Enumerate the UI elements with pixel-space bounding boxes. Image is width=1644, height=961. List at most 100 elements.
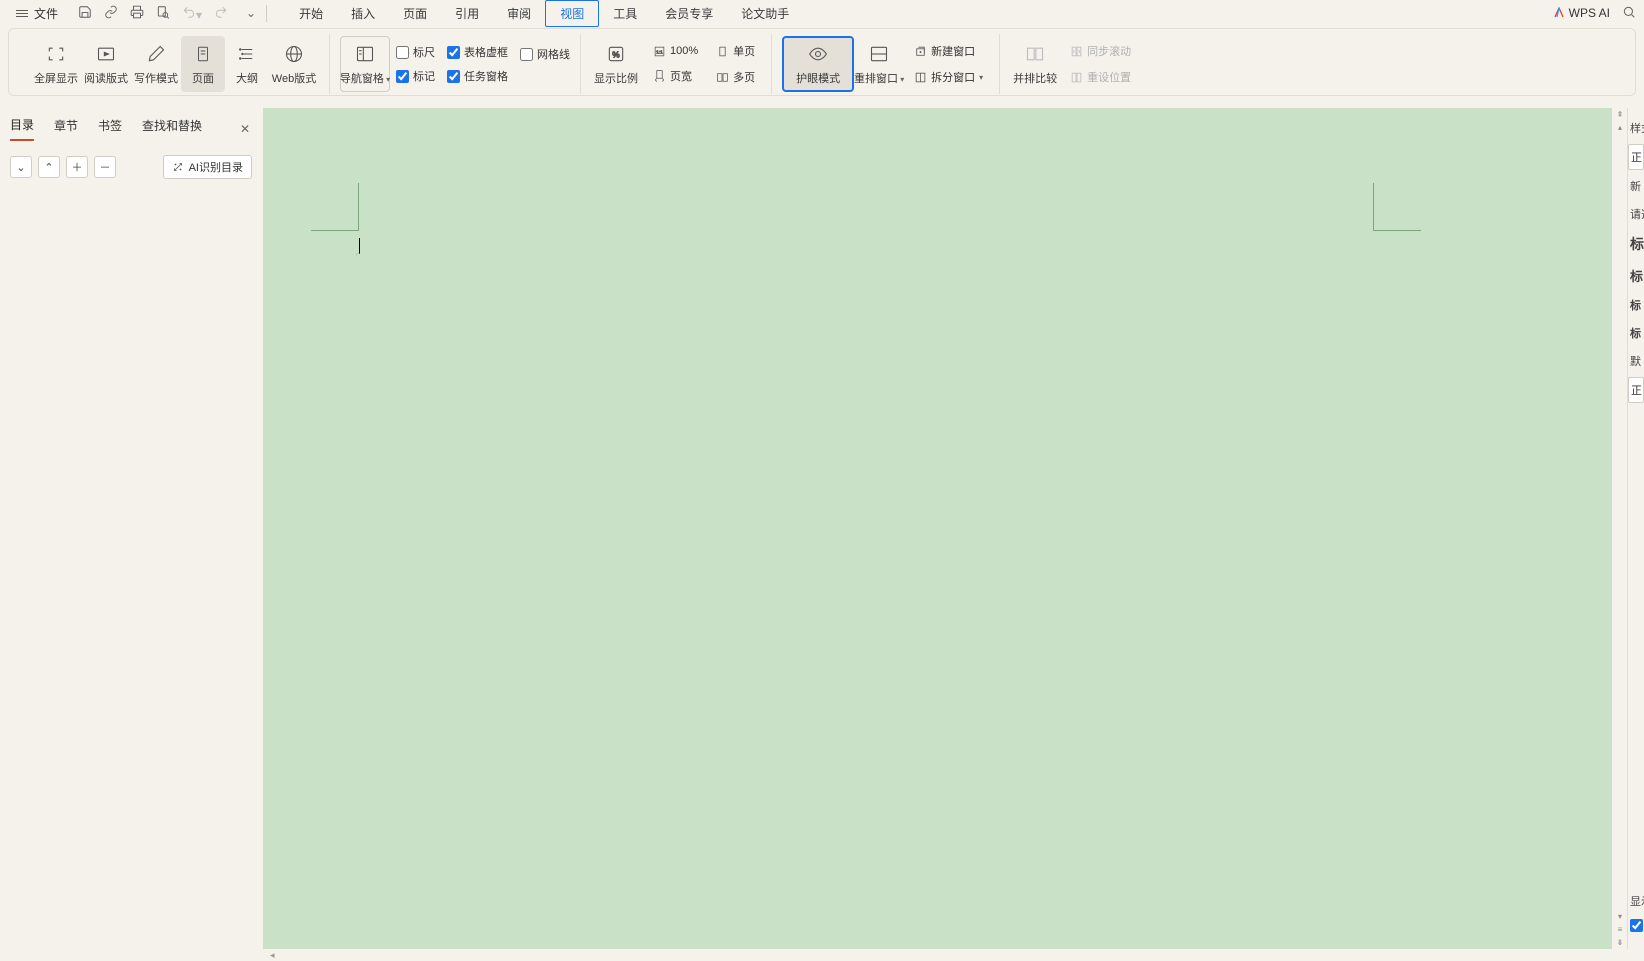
arrange-window-label: 重排窗口 — [854, 70, 904, 86]
more-qat-icon[interactable]: ⌄ — [246, 6, 256, 20]
wps-ai-label: WPS AI — [1569, 6, 1610, 20]
save-icon[interactable] — [78, 5, 92, 22]
zoom-100-button[interactable]: 1:1100% — [647, 42, 704, 61]
side-by-side-button[interactable]: 并排比较 — [1010, 36, 1060, 92]
search-icon[interactable] — [1622, 5, 1636, 22]
tab-insert[interactable]: 插入 — [337, 1, 389, 26]
side-by-side-label: 并排比较 — [1013, 70, 1057, 86]
fullscreen-button[interactable]: 全屏显示 — [31, 36, 81, 92]
style-panel: 样式 正 新 请选 标 标 标 标 默 正 显示 — [1627, 108, 1644, 949]
sidebar-tab-find[interactable]: 查找和替换 — [142, 117, 202, 140]
vscroll-top-icon[interactable]: ⇞ — [1617, 110, 1624, 119]
toc-sidebar: 目录 章节 书签 查找和替换 ✕ ⌄ ⌃ ＋ － AI识别目录 — [0, 108, 262, 949]
horizontal-scroll-start-icon[interactable]: ◂ — [270, 950, 275, 961]
document-area[interactable]: ⌐ — [263, 108, 1612, 949]
style-new[interactable]: 新 — [1628, 172, 1644, 200]
style-show-check[interactable] — [1628, 913, 1644, 941]
tab-reference[interactable]: 引用 — [441, 1, 493, 26]
sidebar-toolbar: ⌄ ⌃ ＋ － AI识别目录 — [0, 141, 262, 193]
web-icon — [284, 42, 304, 66]
page-margin-corner-tr — [1373, 183, 1421, 231]
vscroll-down-icon[interactable]: ▾ — [1618, 912, 1622, 921]
sidebar-tab-toc[interactable]: 目录 — [10, 116, 34, 141]
cursor-marker: ⌐ — [356, 251, 360, 258]
vscroll-up-icon[interactable]: ▴ — [1618, 123, 1622, 132]
page-view-icon — [194, 42, 212, 66]
ribbon: 全屏显示 阅读版式 写作模式 页面 大纲 Web版式 导航窗格 标尺 — [8, 28, 1636, 96]
tab-tools[interactable]: 工具 — [599, 1, 651, 26]
file-menu-button[interactable]: 文件 — [8, 3, 66, 24]
style-title-4[interactable]: 标 — [1628, 319, 1644, 347]
style-body[interactable]: 正 — [1628, 144, 1644, 170]
check-gridlines[interactable]: 网格线 — [520, 45, 570, 63]
tab-page[interactable]: 页面 — [389, 1, 441, 26]
toc-expand-up-button[interactable]: ⌃ — [38, 156, 60, 178]
undo-icon[interactable]: ▾ — [182, 5, 202, 22]
page-width-button[interactable]: 页宽 — [647, 65, 704, 87]
reading-mode-button[interactable]: 阅读版式 — [81, 36, 131, 92]
menu-right: WPS AI — [1553, 5, 1636, 22]
style-default[interactable]: 默 — [1628, 347, 1644, 375]
arrange-window-button[interactable]: 重排窗口 — [854, 36, 904, 92]
tab-thesis[interactable]: 论文助手 — [727, 1, 803, 26]
web-label: Web版式 — [272, 70, 316, 86]
menu-bar: 文件 ▾ ⌄ 开始 插入 页面 引用 审阅 视图 工具 会员专享 论文助手 WP… — [0, 0, 1644, 26]
style-body2[interactable]: 正 — [1628, 377, 1644, 403]
style-panel-header: 样式 — [1628, 114, 1644, 142]
page-view-button[interactable]: 页面 — [181, 36, 225, 92]
style-title-3[interactable]: 标 — [1628, 291, 1644, 319]
side-by-side-icon — [1024, 42, 1046, 66]
group-eye-window: 护眼模式 重排窗口 新建窗口 拆分窗口 ▾ — [772, 34, 1000, 94]
style-show-label: 显示 — [1628, 887, 1644, 915]
wps-ai-button[interactable]: WPS AI — [1553, 6, 1610, 20]
split-window-button[interactable]: 拆分窗口 ▾ — [908, 66, 989, 88]
web-view-button[interactable]: Web版式 — [269, 36, 319, 92]
new-window-button[interactable]: 新建窗口 — [908, 40, 989, 62]
fullscreen-label: 全屏显示 — [34, 70, 78, 86]
vertical-scroll-controls: ⇞ ▴ ▾ ≡ ⇟ — [1613, 108, 1627, 949]
print-icon[interactable] — [130, 5, 144, 22]
nav-pane-label: 导航窗格 — [340, 70, 390, 86]
vscroll-section-icon[interactable]: ≡ — [1618, 925, 1623, 934]
zoom-icon: % — [606, 42, 626, 66]
style-title-2[interactable]: 标 — [1628, 260, 1644, 291]
multi-page-button[interactable]: 多页 — [710, 66, 761, 88]
tab-member[interactable]: 会员专享 — [651, 1, 727, 26]
check-table-border[interactable]: 表格虚框 — [447, 43, 508, 61]
sidebar-tab-chapter[interactable]: 章节 — [54, 117, 78, 140]
wps-ai-logo-icon — [1553, 7, 1565, 19]
toc-add-button[interactable]: ＋ — [66, 156, 88, 178]
toc-expand-down-button[interactable]: ⌄ — [10, 156, 32, 178]
sidebar-close-icon[interactable]: ✕ — [238, 120, 252, 138]
one-page-button[interactable]: 单页 — [710, 40, 761, 62]
tab-start[interactable]: 开始 — [285, 1, 337, 26]
writing-label: 写作模式 — [134, 70, 178, 86]
outline-view-button[interactable]: 大纲 — [225, 36, 269, 92]
style-title-1[interactable]: 标 — [1628, 228, 1644, 260]
check-markup[interactable]: 标记 — [396, 67, 435, 85]
eye-protect-button[interactable]: 护眼模式 — [782, 36, 854, 92]
group-show: 导航窗格 标尺 标记 表格虚框 任务窗格 网格线 — [330, 34, 581, 94]
tab-view[interactable]: 视图 — [545, 0, 599, 27]
check-task-pane[interactable]: 任务窗格 — [447, 67, 508, 85]
writing-icon — [145, 42, 167, 66]
print-preview-icon[interactable] — [156, 5, 170, 22]
nav-pane-button[interactable]: 导航窗格 — [340, 36, 390, 92]
eye-icon — [806, 42, 830, 66]
ai-toc-button[interactable]: AI识别目录 — [163, 155, 252, 179]
outline-icon — [238, 42, 256, 66]
toc-remove-button[interactable]: － — [94, 156, 116, 178]
ai-toc-label: AI识别目录 — [189, 159, 243, 175]
group-compare: 并排比较 同步滚动 重设位置 — [1000, 34, 1147, 94]
link-icon[interactable] — [104, 5, 118, 22]
writing-mode-button[interactable]: 写作模式 — [131, 36, 181, 92]
eye-protect-label: 护眼模式 — [796, 70, 840, 86]
document-page[interactable]: ⌐ — [311, 138, 1421, 949]
redo-icon[interactable] — [214, 5, 228, 22]
vscroll-bottom-icon[interactable]: ⇟ — [1617, 938, 1624, 947]
check-ruler[interactable]: 标尺 — [396, 43, 435, 61]
sidebar-tab-bookmark[interactable]: 书签 — [98, 117, 122, 140]
zoom-button[interactable]: % 显示比例 — [591, 36, 641, 92]
nav-pane-icon — [354, 42, 376, 66]
tab-review[interactable]: 审阅 — [493, 1, 545, 26]
